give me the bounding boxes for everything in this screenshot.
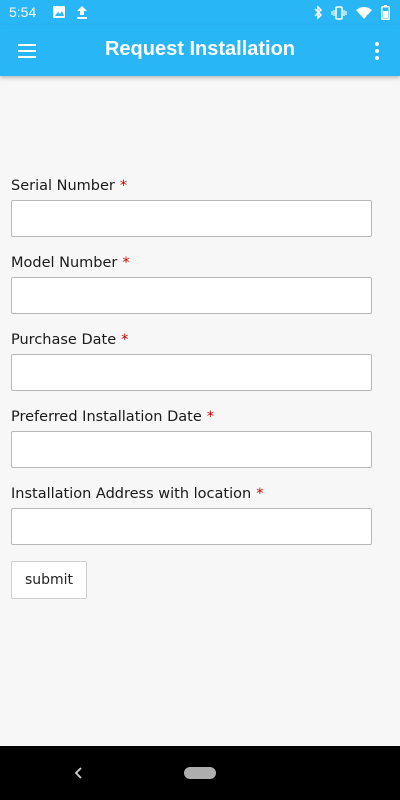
purchase-date-input[interactable] <box>11 354 372 391</box>
battery-icon <box>381 5 390 20</box>
installation-address-field: Installation Address with location * <box>11 485 372 562</box>
bluetooth-icon <box>313 5 323 20</box>
model-number-field: Model Number * <box>11 254 372 331</box>
image-icon <box>52 5 66 19</box>
hamburger-menu-icon[interactable] <box>14 38 40 64</box>
required-marker: * <box>119 178 128 194</box>
wifi-icon <box>355 6 373 20</box>
required-marker: * <box>122 255 130 271</box>
model-number-input[interactable] <box>11 277 372 314</box>
purchase-date-field: Purchase Date * <box>11 331 372 408</box>
installation-address-label: Installation Address with location * <box>11 485 372 508</box>
preferred-installation-date-field: Preferred Installation Date * <box>11 408 372 485</box>
model-number-label: Model Number * <box>11 254 372 277</box>
preferred-installation-date-input[interactable] <box>11 431 372 468</box>
serial-number-label: Serial Number * <box>11 177 372 200</box>
serial-number-field: Serial Number * <box>11 177 372 254</box>
back-chevron-icon[interactable] <box>68 762 88 784</box>
installation-address-input[interactable] <box>11 508 372 545</box>
status-bar: 5:54 <box>0 0 400 25</box>
status-time: 5:54 <box>9 4 37 20</box>
required-marker: * <box>206 409 214 425</box>
submit-button[interactable]: submit <box>11 561 87 599</box>
system-nav-bar <box>0 746 400 800</box>
vibrate-icon <box>331 5 347 20</box>
preferred-installation-date-label: Preferred Installation Date * <box>11 408 372 431</box>
home-pill-icon[interactable] <box>184 767 216 779</box>
purchase-date-label: Purchase Date * <box>11 331 372 354</box>
installation-request-form: Serial Number * Model Number * Purchase … <box>11 177 372 562</box>
required-marker: * <box>256 486 264 502</box>
page-title: Request Installation <box>104 38 296 60</box>
status-left-icons <box>52 5 88 19</box>
status-right-icons <box>313 5 390 20</box>
more-vert-icon[interactable] <box>368 38 386 64</box>
required-marker: * <box>121 332 129 348</box>
upload-icon <box>76 5 88 19</box>
serial-number-input[interactable] <box>11 200 372 237</box>
app-bar: Request Installation <box>0 25 400 76</box>
